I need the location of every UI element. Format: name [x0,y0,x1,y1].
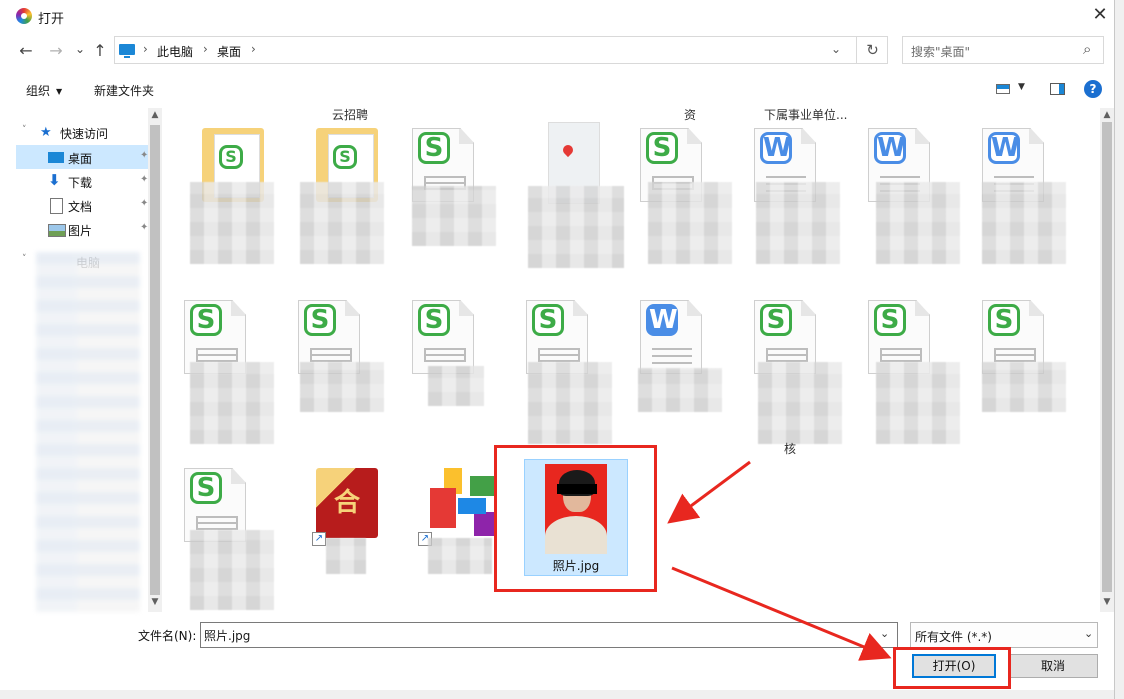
annotation-arrows [667,460,892,661]
arrow-to-open [671,566,892,661]
arrow-to-photo [667,460,751,524]
